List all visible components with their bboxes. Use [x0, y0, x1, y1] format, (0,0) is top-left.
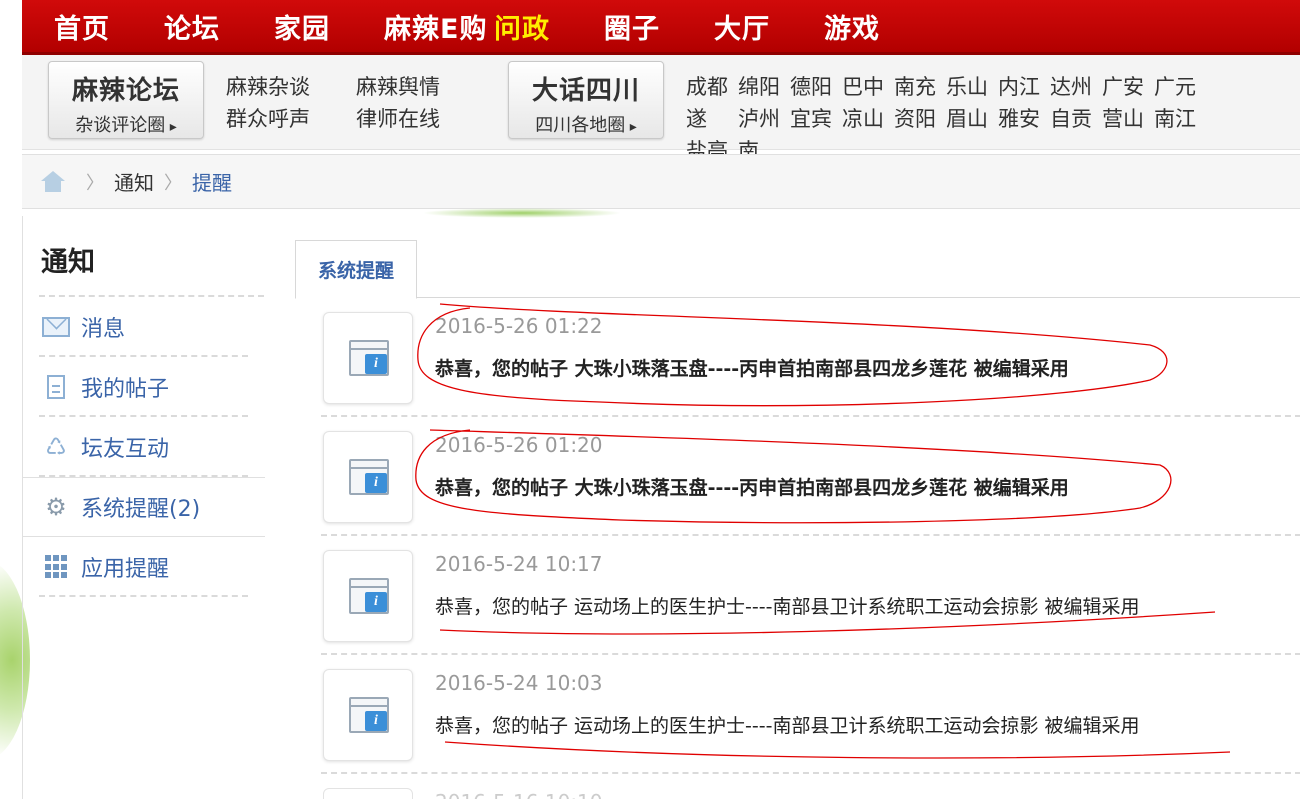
notification-time: 2016-5-16 10:10: [435, 790, 603, 799]
forum-pill-button[interactable]: 麻辣论坛 杂谈评论圈: [48, 61, 204, 139]
content-panel: 系统提醒 i 2016-5-26 01:22 恭喜，您的帖子 大珠小珠落玉盘--…: [295, 216, 1300, 799]
forum-link[interactable]: 麻辣杂谈: [226, 71, 346, 103]
list-item[interactable]: 2016-5-16 10:10: [321, 774, 1300, 799]
info-window-icon: i: [349, 459, 389, 495]
sidebar-item-system-reminders[interactable]: ⚙ 系统提醒(2): [23, 477, 265, 537]
sidebar: 通知 消息 我的帖子 ♺ 坛友互动 ⚙ 系统提醒(2) 应用提醒: [23, 216, 265, 597]
sidebar-item-label: 应用提醒: [81, 557, 170, 582]
region-link[interactable]: 广元: [1154, 71, 1196, 103]
list-item[interactable]: i 2016-5-26 01:20 恭喜，您的帖子 大珠小珠落玉盘----丙申首…: [321, 417, 1300, 536]
info-window-icon: i: [349, 340, 389, 376]
region-pill-button[interactable]: 大话四川 四川各地圈: [508, 61, 664, 139]
breadcrumb-notice[interactable]: 通知: [114, 167, 154, 196]
region-link[interactable]: 内江: [998, 71, 1040, 103]
sidebar-item-app-reminders[interactable]: 应用提醒: [23, 537, 264, 597]
sidebar-item-interaction[interactable]: ♺ 坛友互动: [23, 417, 264, 477]
region-link[interactable]: 雅安: [998, 103, 1040, 135]
notification-time: 2016-5-26 01:22: [435, 314, 603, 338]
notification-time: 2016-5-26 01:20: [435, 433, 603, 457]
breadcrumb: 〉 通知 〉 提醒: [22, 154, 1300, 209]
notification-time: 2016-5-24 10:17: [435, 552, 603, 576]
region-link[interactable]: 资阳: [894, 103, 936, 135]
region-link[interactable]: 成都: [686, 71, 728, 103]
forum-links: 麻辣杂谈 麻辣舆情 群众呼声 律师在线: [226, 71, 486, 135]
apps-icon: [44, 555, 68, 579]
nav-home[interactable]: 首页: [54, 7, 164, 46]
forum-pill-title: 麻辣论坛: [71, 76, 180, 106]
sidebar-item-label: 我的帖子: [81, 377, 170, 402]
gear-icon: ⚙: [45, 493, 67, 521]
region-link[interactable]: 宜宾: [790, 103, 832, 135]
region-pill-title: 大话四川: [531, 76, 640, 106]
envelope-icon: [42, 317, 70, 337]
page: 首页 论坛 家园 麻辣E购 问政 圈子 大厅 游戏 麻辣论坛 杂谈评论圈 麻辣杂…: [22, 0, 1300, 799]
nav-forum[interactable]: 论坛: [164, 7, 274, 46]
list-item[interactable]: i 2016-5-24 10:17 恭喜，您的帖子 运动场上的医生护士----南…: [321, 536, 1300, 655]
nav-games[interactable]: 游戏: [824, 7, 934, 46]
region-link[interactable]: 南江: [1154, 103, 1196, 135]
region-link[interactable]: 自贡: [1050, 103, 1092, 135]
region-link[interactable]: 遂: [686, 103, 728, 135]
sidebar-item-messages[interactable]: 消息: [23, 297, 264, 357]
forum-link[interactable]: 律师在线: [356, 103, 476, 135]
chevron-right-icon: 〉: [164, 172, 182, 194]
nav-mala-shop[interactable]: 麻辣E购: [384, 7, 494, 46]
notification-message[interactable]: 恭喜，您的帖子 大珠小珠落玉盘----丙申首拍南部县四龙乡莲花 被编辑采用: [435, 354, 1069, 381]
region-link[interactable]: 绵阳: [738, 71, 780, 103]
region-link[interactable]: 南充: [894, 71, 936, 103]
nav-hall[interactable]: 大厅: [714, 7, 824, 46]
chevron-right-icon: 〉: [86, 172, 104, 194]
info-window-icon: i: [349, 578, 389, 614]
tab-bar: 系统提醒: [295, 240, 1300, 299]
sub-nav: 麻辣论坛 杂谈评论圈 麻辣杂谈 麻辣舆情 群众呼声 律师在线 大话四川 四川各地…: [22, 55, 1300, 163]
home-icon[interactable]: [40, 170, 66, 193]
notification-list: i 2016-5-26 01:22 恭喜，您的帖子 大珠小珠落玉盘----丙申首…: [321, 298, 1300, 799]
notification-thumb: i: [323, 312, 413, 404]
sidebar-item-label: 坛友互动: [81, 437, 170, 462]
list-item[interactable]: i 2016-5-24 10:03 恭喜，您的帖子 运动场上的医生护士----南…: [321, 655, 1300, 774]
notification-thumb: i: [323, 669, 413, 761]
sidebar-item-label: 系统提醒(2): [81, 497, 201, 522]
region-pill-subtitle: 四川各地圈: [511, 111, 661, 137]
forum-link[interactable]: 群众呼声: [226, 103, 346, 135]
region-links: 成都 绵阳 德阳 巴中 南充 乐山 内江 达州 广安 广元 遂 泸州 宜宾 凉山…: [686, 71, 1300, 167]
top-nav: 首页 论坛 家园 麻辣E购 问政 圈子 大厅 游戏: [22, 0, 1300, 55]
region-link[interactable]: 泸州: [738, 103, 780, 135]
forum-link[interactable]: 麻辣舆情: [356, 71, 476, 103]
info-window-icon: i: [349, 697, 389, 733]
region-link[interactable]: 达州: [1050, 71, 1092, 103]
nav-circles[interactable]: 圈子: [604, 7, 714, 46]
notification-thumb: [323, 788, 413, 799]
document-icon: [47, 375, 65, 399]
nav-home-garden[interactable]: 家园: [274, 7, 384, 46]
notification-thumb: i: [323, 431, 413, 523]
region-link[interactable]: 巴中: [842, 71, 884, 103]
sidebar-title: 通知: [39, 216, 264, 297]
notification-time: 2016-5-24 10:03: [435, 671, 603, 695]
notification-message[interactable]: 恭喜，您的帖子 运动场上的医生护士----南部县卫计系统职工运动会掠影 被编辑采…: [435, 711, 1140, 738]
region-link[interactable]: 广安: [1102, 71, 1144, 103]
main-area: 通知 消息 我的帖子 ♺ 坛友互动 ⚙ 系统提醒(2) 应用提醒 系统提醒 i …: [22, 216, 1300, 799]
notification-thumb: i: [323, 550, 413, 642]
breadcrumb-reminder[interactable]: 提醒: [192, 167, 232, 196]
sidebar-item-my-posts[interactable]: 我的帖子: [23, 357, 264, 417]
region-link[interactable]: 营山: [1102, 103, 1144, 135]
region-link[interactable]: 凉山: [842, 103, 884, 135]
tab-system-reminders[interactable]: 系统提醒: [295, 240, 417, 299]
region-link[interactable]: 德阳: [790, 71, 832, 103]
region-link[interactable]: 乐山: [946, 71, 988, 103]
forum-pill-subtitle: 杂谈评论圈: [51, 111, 201, 137]
list-item[interactable]: i 2016-5-26 01:22 恭喜，您的帖子 大珠小珠落玉盘----丙申首…: [321, 298, 1300, 417]
recycle-icon: ♺: [45, 433, 67, 461]
notification-message[interactable]: 恭喜，您的帖子 大珠小珠落玉盘----丙申首拍南部县四龙乡莲花 被编辑采用: [435, 473, 1069, 500]
region-link[interactable]: 眉山: [946, 103, 988, 135]
nav-wenzheng[interactable]: 问政: [494, 7, 604, 46]
sidebar-item-label: 消息: [81, 317, 126, 342]
notification-message[interactable]: 恭喜，您的帖子 运动场上的医生护士----南部县卫计系统职工运动会掠影 被编辑采…: [435, 592, 1140, 619]
